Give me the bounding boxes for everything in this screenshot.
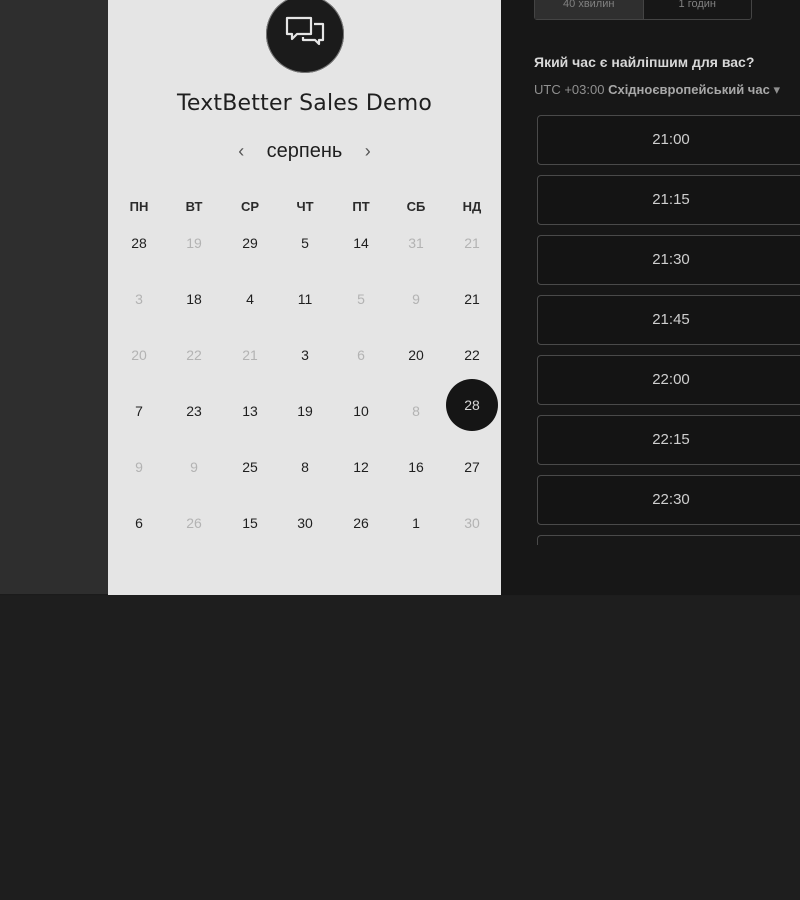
calendar-day[interactable]: 15	[224, 497, 276, 549]
calendar-day: 5	[357, 291, 365, 307]
weekday-label: ВТ	[185, 199, 203, 214]
weekday-label: НД	[462, 199, 482, 214]
calendar-day[interactable]: 14	[335, 217, 387, 269]
calendar-day[interactable]: 12	[335, 441, 387, 493]
calendar-day[interactable]: 26	[335, 497, 387, 549]
time-slot-button[interactable]: 22:00	[537, 355, 800, 405]
time-slot-button[interactable]: 21:30	[537, 235, 800, 285]
calendar-day: 21	[464, 235, 480, 251]
calendar-day: 9	[135, 459, 143, 475]
time-slot-button[interactable]: 21:15	[537, 175, 800, 225]
weekday-label: СР	[240, 199, 260, 214]
calendar-day[interactable]: 4	[224, 273, 276, 325]
calendar-day[interactable]: 27	[446, 441, 498, 493]
month-label: серпень	[266, 140, 343, 162]
weekday-label: ПН	[129, 199, 149, 214]
calendar-day: 31	[408, 235, 424, 251]
calendar-day[interactable]: 1	[390, 497, 442, 549]
calendar-day[interactable]: 19	[279, 385, 331, 437]
calendar-day[interactable]: 13	[224, 385, 276, 437]
timezone-selector[interactable]: UTC +03:00 Східноєвропейський час ▾	[534, 82, 780, 98]
calendar-day[interactable]: 10	[335, 385, 387, 437]
duration-option-40[interactable]: 40 хвилин	[535, 0, 643, 19]
time-slot-button[interactable]: 21:45	[537, 295, 800, 345]
chevron-left-icon[interactable]: ‹	[232, 141, 250, 162]
calendar-day[interactable]: 3	[279, 329, 331, 381]
calendar-day[interactable]: 16	[390, 441, 442, 493]
calendar-day[interactable]: 20	[390, 329, 442, 381]
time-question: Який час є найліпшим для вас?	[534, 54, 755, 70]
calendar-day: 20	[131, 347, 147, 363]
time-selection-panel: 40 хвилин 1 годин Який час є найліпшим д…	[501, 0, 800, 595]
calendar-day[interactable]: 8	[279, 441, 331, 493]
caret-down-icon: ▾	[773, 82, 780, 97]
page-footer-area	[0, 596, 800, 900]
timezone-name: Східноєвропейський час	[608, 82, 770, 97]
time-slot-button[interactable]: 22:30	[537, 475, 800, 525]
calendar-panel: TextBetter Sales Demo ‹ серпень › ПН ВТ СР…	[108, 0, 501, 595]
event-title: TextBetter Sales Demo	[176, 91, 433, 116]
weekday-label: СБ	[406, 199, 426, 214]
calendar-day[interactable]: 7	[113, 385, 165, 437]
company-logo	[266, 0, 344, 73]
calendar-day: 8	[412, 403, 420, 419]
time-slot-partial	[537, 535, 800, 545]
calendar-day[interactable]: 5	[279, 217, 331, 269]
duration-tabs: 40 хвилин 1 годин	[534, 0, 752, 20]
calendar-day[interactable]: 18	[168, 273, 220, 325]
calendar-day-selected[interactable]: 28	[446, 379, 498, 431]
calendar-day[interactable]: 30	[279, 497, 331, 549]
calendar-day: 9	[412, 291, 420, 307]
calendar-day: 21	[242, 347, 258, 363]
calendar-day[interactable]: 11	[279, 273, 331, 325]
calendar-day: 22	[186, 347, 202, 363]
calendar-day[interactable]: 29	[224, 217, 276, 269]
calendar-day: 6	[357, 347, 365, 363]
calendar-day[interactable]: 25	[224, 441, 276, 493]
calendar-day[interactable]: 6	[113, 497, 165, 549]
month-navigation: ‹ серпень ›	[108, 140, 501, 166]
calendar-day[interactable]: 21	[446, 273, 498, 325]
calendar-day: 9	[190, 459, 198, 475]
duration-option-60[interactable]: 1 годин	[642, 0, 752, 19]
time-slot-button[interactable]: 21:00	[537, 115, 800, 165]
weekday-label: ЧТ	[296, 199, 314, 214]
calendar-day[interactable]: 22	[446, 329, 498, 381]
timezone-offset: UTC +03:00	[534, 82, 605, 97]
calendar-day[interactable]: 23	[168, 385, 220, 437]
calendar-day: 3	[135, 291, 143, 307]
calendar-day: 19	[186, 235, 202, 251]
calendar-day: 30	[464, 515, 480, 531]
time-slot-button[interactable]: 22:15	[537, 415, 800, 465]
calendar-day-grid: 28 19 29 5 14 31 21 3 18 4 11 5 9 21 20 22 21 3 6 20 22 7 23 13…	[108, 217, 501, 553]
weekday-label: ПТ	[352, 199, 370, 214]
chevron-right-icon[interactable]: ›	[359, 141, 377, 162]
calendar-day[interactable]: 28	[113, 217, 165, 269]
calendar-day: 26	[186, 515, 202, 531]
